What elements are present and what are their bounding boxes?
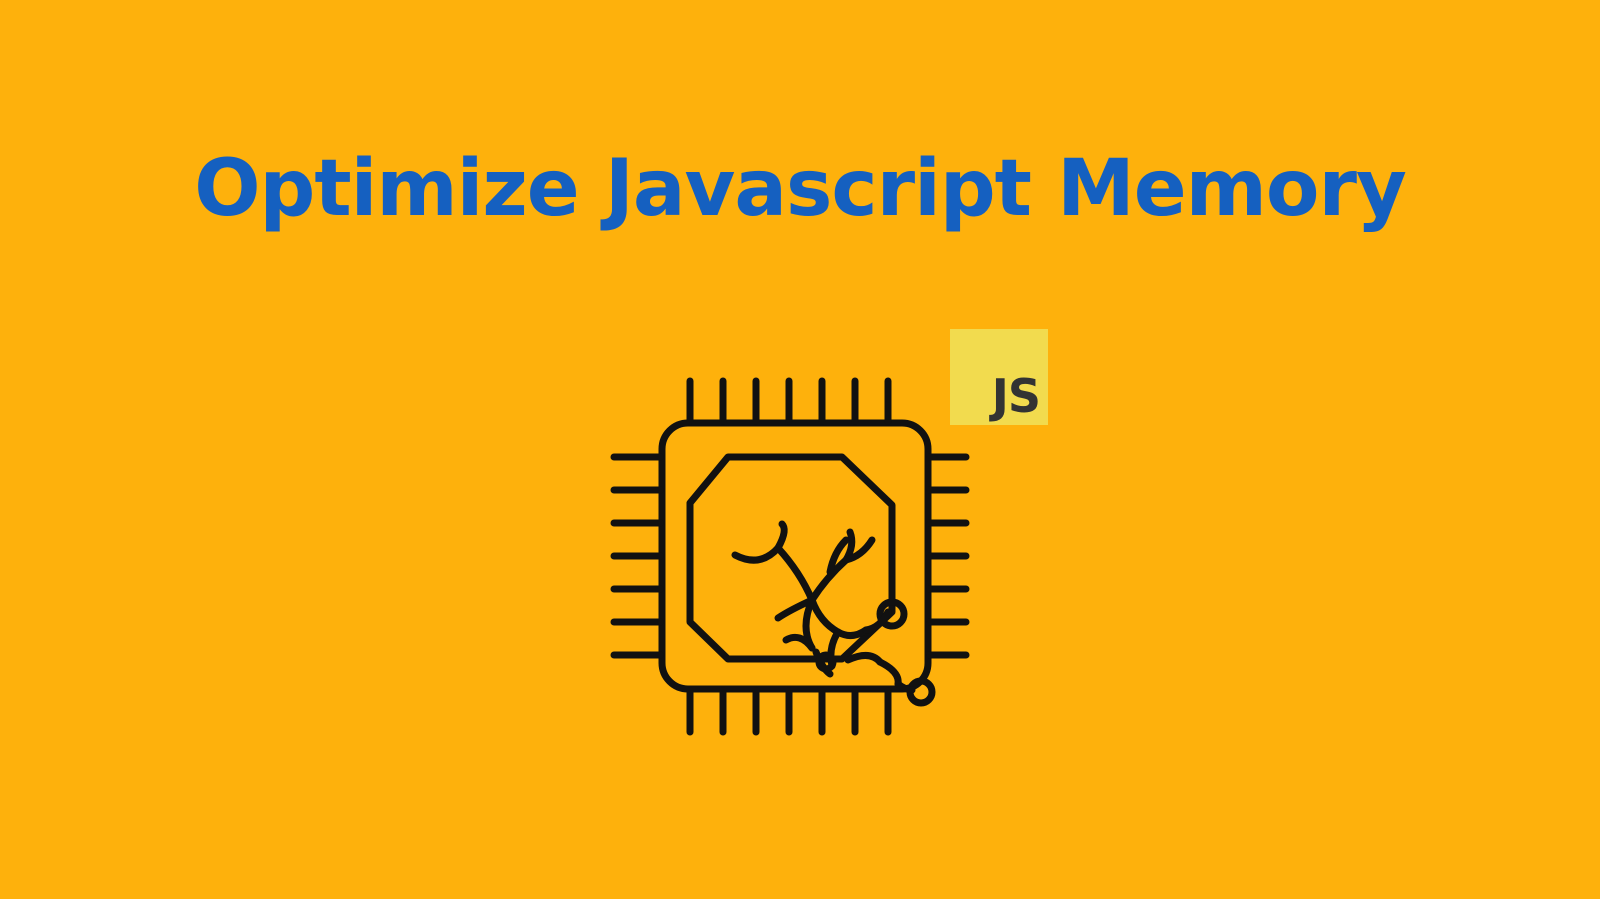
chip-body (658, 419, 932, 693)
chip-pins-bottom (686, 687, 892, 736)
chip-pins-left (610, 453, 664, 659)
thumbnail-canvas: Optimize Javascript Memory JS (0, 0, 1600, 899)
js-badge-label: JS (991, 369, 1041, 423)
broken-tree-icon (731, 520, 936, 707)
javascript-logo-icon: JS (950, 329, 1048, 425)
page-title: Optimize Javascript Memory (194, 144, 1407, 234)
cpu-chip-icon (610, 377, 970, 736)
chip-pins-top (686, 377, 892, 425)
chip-pins-right (926, 453, 970, 659)
